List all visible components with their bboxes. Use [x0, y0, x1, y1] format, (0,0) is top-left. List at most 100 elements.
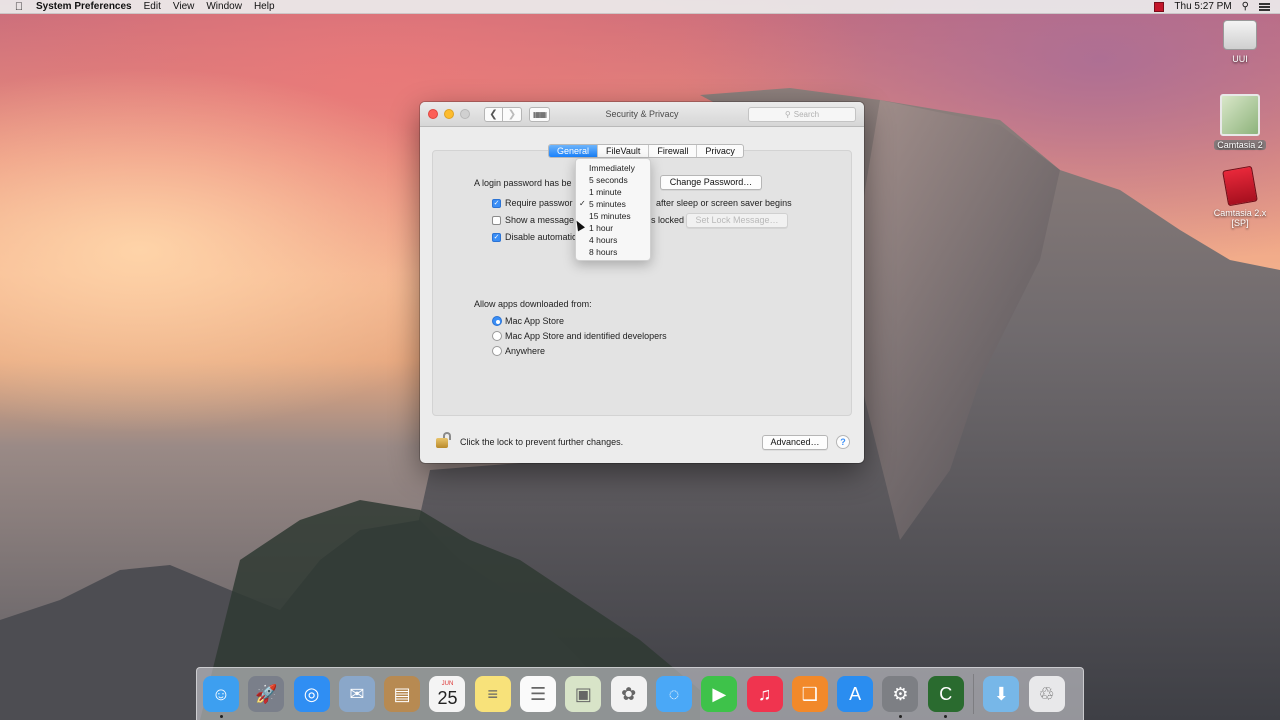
- close-window-button[interactable]: [428, 109, 438, 119]
- menu-app-name[interactable]: System Preferences: [36, 1, 132, 12]
- dock-glyph: ♫: [757, 683, 772, 704]
- change-password-button[interactable]: Change Password…: [660, 175, 762, 190]
- launchpad-icon[interactable]: 🚀: [248, 676, 285, 712]
- popup-item-1-hour[interactable]: 1 hour: [576, 222, 650, 234]
- apple-menu-icon[interactable]: : [12, 1, 26, 13]
- messages-icon[interactable]: ◌: [655, 676, 692, 712]
- notification-center-icon[interactable]: [1259, 2, 1270, 11]
- anywhere-radio[interactable]: [492, 346, 502, 356]
- radio-label: Mac App Store and identified developers: [505, 331, 667, 341]
- dock-glyph: ☺: [211, 683, 231, 704]
- photos-icon[interactable]: ✿: [610, 676, 647, 712]
- system-preferences-icon[interactable]: ⚙: [882, 676, 919, 718]
- tab-general[interactable]: General: [549, 145, 598, 157]
- dock-glyph: ◌: [668, 683, 680, 704]
- desktop-icon-uui[interactable]: UUI: [1214, 20, 1266, 64]
- popup-item-label: 5 seconds: [589, 175, 628, 185]
- camtasia-icon[interactable]: C: [927, 676, 964, 718]
- popup-item-1-minute[interactable]: 1 minute: [576, 186, 650, 198]
- dock-glyph: ◎: [303, 683, 320, 704]
- popup-item-8-hours[interactable]: 8 hours: [576, 246, 650, 258]
- dock-glyph: ▣: [574, 683, 592, 704]
- spotlight-search-icon[interactable]: ⚲: [1242, 1, 1249, 12]
- advanced-button[interactable]: Advanced…: [762, 435, 828, 450]
- minimize-window-button[interactable]: [444, 109, 454, 119]
- forward-button[interactable]: ❯: [503, 106, 522, 122]
- popup-item-4-hours[interactable]: 4 hours: [576, 234, 650, 246]
- reminders-icon[interactable]: ☰: [520, 676, 557, 712]
- set-lock-message-button[interactable]: Set Lock Message…: [686, 213, 788, 228]
- disable-auto-login-label: Disable automatic: [505, 232, 577, 242]
- mail-icon[interactable]: ✉: [338, 676, 375, 712]
- desktop-icon-camtasia-2[interactable]: Camtasia 2: [1210, 94, 1270, 150]
- mac-app-store-radio[interactable]: [492, 316, 502, 326]
- desktop-icon-camtasia-sp[interactable]: Camtasia 2.x [SP]: [1206, 165, 1274, 228]
- popup-item-label: 15 minutes: [589, 211, 631, 221]
- allow-anywhere-row[interactable]: Anywhere: [492, 346, 545, 356]
- show-message-label: Show a message: [505, 215, 575, 225]
- ibooks-icon[interactable]: ❑: [791, 676, 828, 712]
- lock-text-row: Click the lock to prevent further change…: [460, 437, 623, 447]
- login-password-row: A login password has be: [474, 178, 572, 188]
- notes-icon[interactable]: ≡: [474, 676, 511, 712]
- calendar-day: 25: [437, 687, 458, 708]
- app-store-icon[interactable]: A: [837, 676, 874, 712]
- popup-item-label: 1 hour: [589, 223, 614, 233]
- show-message-row: Show a message: [492, 215, 574, 225]
- zoom-window-button[interactable]: [460, 109, 470, 119]
- tab-privacy[interactable]: Privacy: [696, 145, 743, 157]
- help-button[interactable]: ?: [836, 435, 850, 449]
- require-password-row: ✓ Require passwor: [492, 198, 573, 208]
- menu-edit[interactable]: Edit: [144, 1, 161, 12]
- itunes-icon[interactable]: ♫: [746, 676, 783, 712]
- dock-glyph: 🚀: [255, 683, 278, 704]
- dock-glyph: ⬇: [993, 683, 1009, 704]
- recording-indicator-icon[interactable]: [1154, 1, 1165, 12]
- safari-icon[interactable]: ◎: [293, 676, 330, 712]
- search-icon: ⚲: [784, 110, 791, 119]
- menu-view[interactable]: View: [173, 1, 195, 12]
- menu-window[interactable]: Window: [206, 1, 242, 12]
- tab-firewall[interactable]: Firewall: [648, 145, 696, 157]
- show-all-button[interactable]: ▦▦: [529, 106, 550, 122]
- allow-apps-heading-row: Allow apps downloaded from:: [474, 299, 592, 309]
- search-input[interactable]: ⚲ Search: [748, 107, 856, 122]
- popup-item-15-minutes[interactable]: 15 minutes: [576, 210, 650, 222]
- password-delay-popup-menu: Immediately 5 seconds 1 minute ✓ 5 minute…: [575, 158, 651, 261]
- tab-filevault[interactable]: FileVault: [597, 145, 648, 157]
- calendar-icon[interactable]: JUN 25: [429, 676, 466, 712]
- contacts-icon[interactable]: ▤: [384, 676, 421, 712]
- identified-developers-radio[interactable]: [492, 331, 502, 341]
- lock-text: Click the lock to prevent further change…: [460, 437, 624, 447]
- popup-item-5-seconds[interactable]: 5 seconds: [576, 174, 650, 186]
- chevron-left-icon: ❮: [489, 108, 498, 120]
- popup-item-label: 5 minutes: [589, 199, 626, 209]
- window-titlebar[interactable]: ❮ ❯ ▦▦ Security & Privacy ⚲ Search: [420, 102, 864, 127]
- tab-bar: General FileVault Firewall Privacy: [548, 144, 744, 158]
- require-password-suffix: after sleep or screen saver begins: [656, 198, 792, 208]
- trash-icon[interactable]: ♲: [1028, 676, 1065, 712]
- allow-apps-heading: Allow apps downloaded from:: [474, 299, 592, 309]
- dock-separator: [973, 674, 975, 714]
- popup-item-immediately[interactable]: Immediately: [576, 162, 650, 174]
- allow-identified-developers-row[interactable]: Mac App Store and identified developers: [492, 331, 667, 341]
- back-button[interactable]: ❮: [484, 106, 503, 122]
- lock-icon[interactable]: [436, 432, 451, 448]
- disk-image-icon: [1220, 94, 1260, 136]
- running-indicator: [898, 715, 902, 718]
- popup-item-5-minutes[interactable]: ✓ 5 minutes: [576, 198, 650, 210]
- radio-label: Anywhere: [505, 346, 546, 356]
- finder-icon[interactable]: ☺: [203, 676, 239, 718]
- dock-glyph: ⚙: [892, 683, 909, 704]
- preview-icon[interactable]: ▣: [565, 676, 602, 712]
- facetime-icon[interactable]: ▶: [701, 676, 738, 712]
- menu-help[interactable]: Help: [254, 1, 275, 12]
- popup-item-label: 8 hours: [589, 247, 618, 257]
- downloads-folder-icon[interactable]: ⬇: [983, 676, 1020, 712]
- show-message-checkbox[interactable]: [492, 215, 501, 225]
- allow-mac-app-store-row[interactable]: Mac App Store: [492, 316, 564, 326]
- grid-icon: ▦▦: [532, 109, 547, 119]
- menubar-clock[interactable]: Thu 5:27 PM: [1174, 1, 1231, 12]
- require-password-checkbox[interactable]: ✓: [492, 198, 501, 208]
- disable-auto-login-checkbox[interactable]: ✓: [492, 232, 501, 242]
